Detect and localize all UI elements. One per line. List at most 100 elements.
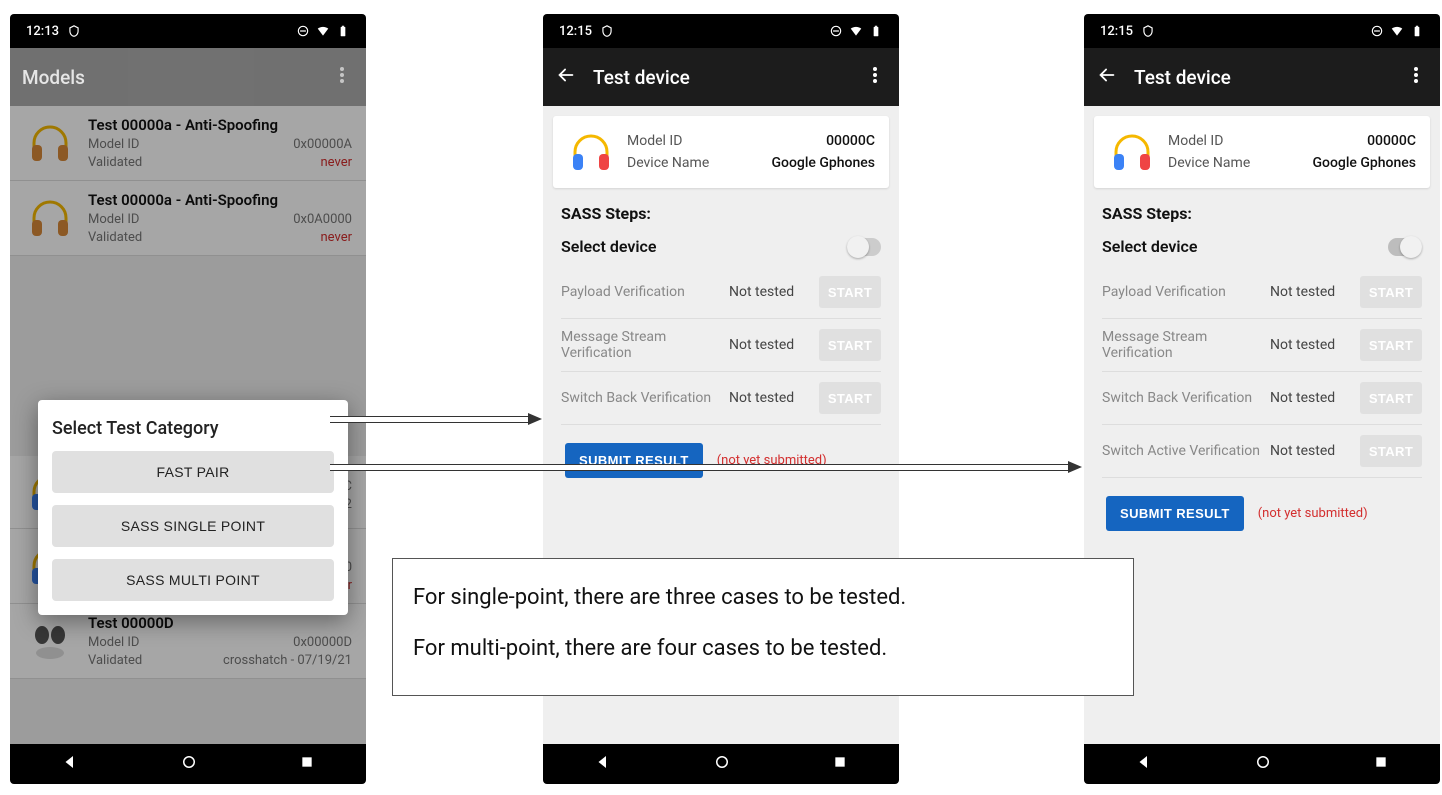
- start-button[interactable]: START: [819, 329, 881, 361]
- battery-icon: [869, 24, 883, 38]
- wifi-icon: [316, 24, 330, 38]
- model-id-label: Model ID: [1168, 133, 1223, 149]
- device-name-label: Device Name: [1168, 155, 1250, 171]
- nav-back-icon[interactable]: [594, 753, 612, 775]
- status-bar: 12:15: [1084, 14, 1440, 48]
- app-bar: Test device: [1084, 48, 1440, 106]
- step-status: Not tested: [1270, 443, 1350, 459]
- step-item: Switch Back Verification Not tested STAR…: [1102, 372, 1422, 425]
- status-time: 12:15: [1100, 24, 1133, 39]
- step-name: Message Stream Verification: [1102, 329, 1260, 361]
- step-list: Payload Verification Not tested START Me…: [561, 266, 881, 425]
- device-card: Model ID 00000C Device Name Google Gphones: [1094, 116, 1430, 188]
- headphones-icon: [1108, 128, 1156, 176]
- test-body: Model ID 00000C Device Name Google Gphones…: [1084, 106, 1440, 744]
- step-item: Payload Verification Not tested START: [561, 266, 881, 319]
- nav-back-icon[interactable]: [1135, 753, 1153, 775]
- select-test-category-dialog: Select Test Category FAST PAIR SASS SING…: [38, 400, 348, 615]
- headphones-icon: [567, 128, 615, 176]
- start-button[interactable]: START: [1360, 276, 1422, 308]
- step-status: Not tested: [1270, 337, 1350, 353]
- nav-recents-icon[interactable]: [299, 754, 315, 774]
- caption-line: For multi-point, there are four cases to…: [413, 634, 1113, 665]
- sass-multi-point-button[interactable]: SASS MULTI POINT: [52, 559, 334, 601]
- overflow-menu-icon[interactable]: [330, 67, 354, 87]
- caption-box: For single-point, there are three cases …: [392, 558, 1134, 696]
- step-name: Switch Back Verification: [561, 390, 719, 406]
- model-list: Test 00000a - Anti-Spoofing Model ID0x00…: [10, 106, 366, 744]
- device-name-label: Device Name: [627, 155, 709, 171]
- battery-icon: [336, 24, 350, 38]
- fast-pair-button[interactable]: FAST PAIR: [52, 451, 334, 493]
- step-status: Not tested: [729, 390, 809, 406]
- overflow-menu-icon[interactable]: [863, 67, 887, 87]
- back-arrow-icon[interactable]: [555, 64, 577, 90]
- step-name: Payload Verification: [1102, 284, 1260, 300]
- start-button[interactable]: START: [1360, 435, 1422, 467]
- start-button[interactable]: START: [1360, 329, 1422, 361]
- device-name-value: Google Gphones: [771, 155, 875, 171]
- start-button[interactable]: START: [1360, 382, 1422, 414]
- device-card: Model ID 00000C Device Name Google Gphones: [553, 116, 889, 188]
- step-list: Payload Verification Not tested START Me…: [1102, 266, 1422, 478]
- dialog-title: Select Test Category: [52, 418, 334, 439]
- dnd-icon: [296, 24, 310, 38]
- phone-test-multi: 12:15 Test device Model ID 00000C Device …: [1084, 14, 1440, 784]
- wifi-icon: [849, 24, 863, 38]
- select-device-label: Select device: [1102, 237, 1197, 256]
- nav-bar: [10, 744, 366, 784]
- nav-recents-icon[interactable]: [1373, 754, 1389, 774]
- app-bar-title: Models: [22, 66, 314, 89]
- sass-single-point-button[interactable]: SASS SINGLE POINT: [52, 505, 334, 547]
- status-icon: [67, 24, 81, 38]
- model-id-value: 00000C: [826, 133, 875, 149]
- model-id-label: Model ID: [627, 133, 682, 149]
- device-name-value: Google Gphones: [1312, 155, 1416, 171]
- step-item: Payload Verification Not tested START: [1102, 266, 1422, 319]
- app-bar: Models: [10, 48, 366, 106]
- wifi-icon: [1390, 24, 1404, 38]
- step-name: Payload Verification: [561, 284, 719, 300]
- step-item: Message Stream Verification Not tested S…: [1102, 319, 1422, 372]
- phone-models: 12:13 Models Test 00000a - Anti-Spoofing…: [10, 14, 366, 784]
- status-icon: [1141, 24, 1155, 38]
- model-id-value: 00000C: [1367, 133, 1416, 149]
- submit-result-button[interactable]: SUBMIT RESULT: [1106, 496, 1244, 531]
- select-device-toggle[interactable]: [1388, 238, 1422, 256]
- back-arrow-icon[interactable]: [1096, 64, 1118, 90]
- app-bar-title: Test device: [593, 66, 847, 89]
- submit-result-button[interactable]: SUBMIT RESULT: [565, 443, 703, 478]
- nav-home-icon[interactable]: [180, 753, 198, 775]
- nav-bar: [1084, 744, 1440, 784]
- status-bar: 12:13: [10, 14, 366, 48]
- step-status: Not tested: [729, 337, 809, 353]
- nav-bar: [543, 744, 899, 784]
- status-time: 12:13: [26, 24, 59, 39]
- step-status: Not tested: [1270, 390, 1350, 406]
- step-name: Message Stream Verification: [561, 329, 719, 361]
- status-icon: [600, 24, 614, 38]
- step-item: Message Stream Verification Not tested S…: [561, 319, 881, 372]
- nav-back-icon[interactable]: [61, 753, 79, 775]
- nav-home-icon[interactable]: [713, 753, 731, 775]
- nav-home-icon[interactable]: [1254, 753, 1272, 775]
- nav-recents-icon[interactable]: [832, 754, 848, 774]
- submit-note: (not yet submitted): [1258, 506, 1368, 521]
- step-item: Switch Active Verification Not tested ST…: [1102, 425, 1422, 478]
- step-name: Switch Back Verification: [1102, 390, 1260, 406]
- sass-steps-title: SASS Steps:: [1102, 204, 1422, 223]
- step-status: Not tested: [729, 284, 809, 300]
- status-bar: 12:15: [543, 14, 899, 48]
- overflow-menu-icon[interactable]: [1404, 67, 1428, 87]
- start-button[interactable]: START: [819, 382, 881, 414]
- step-status: Not tested: [1270, 284, 1350, 300]
- dnd-icon: [829, 24, 843, 38]
- sass-steps-title: SASS Steps:: [561, 204, 881, 223]
- dnd-icon: [1370, 24, 1384, 38]
- app-bar-title: Test device: [1134, 66, 1388, 89]
- caption-line: For single-point, there are three cases …: [413, 583, 1113, 614]
- step-name: Switch Active Verification: [1102, 443, 1260, 459]
- start-button[interactable]: START: [819, 276, 881, 308]
- status-time: 12:15: [559, 24, 592, 39]
- select-device-toggle[interactable]: [847, 238, 881, 256]
